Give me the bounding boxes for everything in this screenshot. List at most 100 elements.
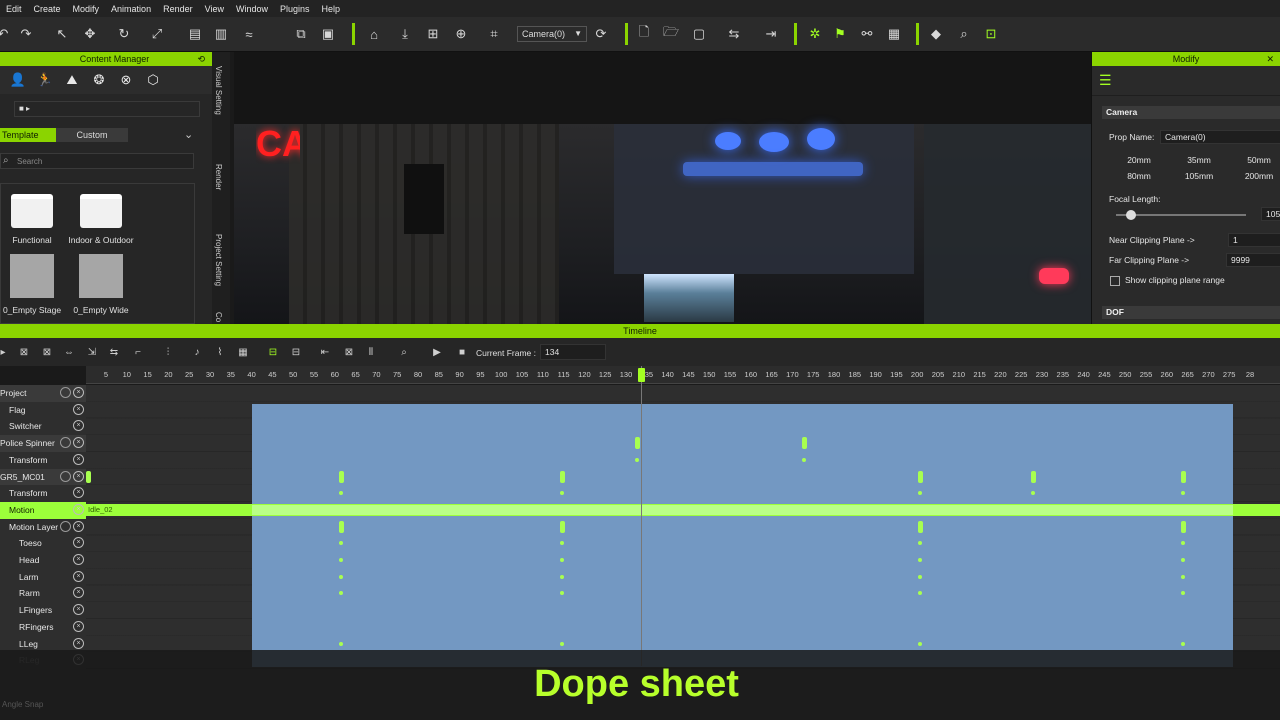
- mute-icon[interactable]: ×: [73, 520, 84, 532]
- stop-icon[interactable]: ■: [455, 346, 469, 358]
- mute-icon[interactable]: ×: [73, 420, 84, 432]
- zoom-icon[interactable]: ⌕: [397, 346, 411, 358]
- clipboard-icon[interactable]: ▦: [885, 25, 903, 43]
- motion-clip-bar[interactable]: [86, 504, 1280, 516]
- section-camera[interactable]: Camera: [1102, 106, 1280, 119]
- track-row[interactable]: Transform ×: [0, 485, 86, 502]
- lens-200mm-button[interactable]: 200mm: [1229, 171, 1280, 181]
- show-clip-checkbox[interactable]: [1110, 276, 1120, 286]
- menu-edit[interactable]: Edit: [0, 4, 28, 14]
- mute-icon[interactable]: ×: [73, 637, 84, 649]
- camera-select[interactable]: Camera(0) ▼: [517, 26, 587, 42]
- sound-icon[interactable]: ♪: [190, 346, 204, 358]
- transition-icon[interactable]: ⦀: [364, 346, 378, 358]
- keyframe-dot[interactable]: [802, 457, 806, 462]
- mute-icon[interactable]: ×: [73, 537, 84, 549]
- mute-icon[interactable]: ×: [73, 587, 84, 599]
- lens-35mm-button[interactable]: 35mm: [1169, 155, 1229, 165]
- focal-length-slider[interactable]: [1116, 210, 1246, 220]
- 3d-viewport[interactable]: CADE: [234, 52, 1091, 324]
- frame-icon[interactable]: ▣: [319, 25, 337, 43]
- content-item-indoor-outdoor[interactable]: Indoor & Outdoor: [56, 194, 146, 245]
- solo-icon[interactable]: [60, 437, 71, 449]
- solo-icon[interactable]: [60, 470, 71, 482]
- tab-render[interactable]: Render: [214, 164, 223, 190]
- track-row[interactable]: Switcher ×: [0, 418, 86, 435]
- keyframe-dot[interactable]: [635, 457, 639, 462]
- keyframe-dot[interactable]: [560, 558, 564, 562]
- current-frame-field[interactable]: 134: [540, 344, 606, 360]
- menu-help[interactable]: Help: [316, 4, 347, 14]
- align-icon[interactable]: ▤: [186, 25, 204, 43]
- mute-icon[interactable]: ×: [73, 387, 84, 398]
- track-icon[interactable]: ⊠: [17, 346, 31, 358]
- keyframe-dot[interactable]: [1181, 558, 1185, 562]
- keyframe-marker[interactable]: [917, 470, 923, 483]
- track-row[interactable]: Motion ×: [0, 501, 86, 519]
- float-icon[interactable]: ⟲: [197, 52, 205, 66]
- tab-visual-setting[interactable]: Visual Setting: [214, 66, 223, 115]
- mute-icon[interactable]: ×: [73, 470, 84, 482]
- tab-co[interactable]: Co: [214, 312, 223, 322]
- solo-icon[interactable]: [60, 520, 71, 532]
- expand-icon[interactable]: ⇔: [62, 346, 76, 358]
- mute-icon[interactable]: ×: [73, 487, 84, 499]
- collapse-icon[interactable]: ▸: [0, 346, 10, 358]
- timeline-ruler[interactable]: 5 10 15 20 25 30 35 40 45 50 55 60 65 70 75 80 85 90 95 100…: [86, 366, 1280, 384]
- playhead-handle[interactable]: [638, 368, 645, 382]
- mute-icon[interactable]: ×: [73, 570, 84, 582]
- move-icon[interactable]: ✥: [81, 25, 99, 43]
- menu-create[interactable]: Create: [28, 4, 67, 14]
- path-icon[interactable]: ≈: [240, 25, 258, 43]
- track-row[interactable]: RFingers ×: [0, 619, 86, 636]
- mute-icon[interactable]: ×: [73, 403, 84, 415]
- lens-50mm-button[interactable]: 50mm: [1229, 155, 1280, 165]
- close-icon[interactable]: ✕: [1266, 52, 1274, 66]
- prop-icon[interactable]: ⬡: [143, 72, 163, 88]
- track-row[interactable]: Project ×: [0, 385, 86, 402]
- mute-icon[interactable]: ×: [73, 503, 84, 515]
- near-clip-field[interactable]: 1: [1228, 233, 1280, 247]
- keyframe-dot[interactable]: [1181, 574, 1185, 579]
- camera-view-icon[interactable]: ⌗: [485, 25, 503, 43]
- lens-105mm-button[interactable]: 105mm: [1169, 171, 1229, 181]
- keyframe-marker[interactable]: [559, 470, 565, 483]
- drop-icon[interactable]: ⤓: [396, 25, 414, 43]
- select-icon[interactable]: ↖: [53, 25, 71, 43]
- prop-name-field[interactable]: Camera(0): [1160, 130, 1280, 144]
- track-row[interactable]: Rarm ×: [0, 585, 86, 602]
- track-row[interactable]: Transform ×: [0, 452, 86, 469]
- motion-icon[interactable]: 🏃: [35, 72, 55, 88]
- menu-plugins[interactable]: Plugins: [274, 4, 316, 14]
- keyframe-dot[interactable]: [560, 641, 564, 646]
- undo-icon[interactable]: ↶: [0, 25, 12, 43]
- track-row[interactable]: LFingers ×: [0, 602, 86, 619]
- mute-icon[interactable]: ×: [73, 554, 84, 565]
- sliders-icon[interactable]: ☰: [1099, 72, 1112, 89]
- import-icon[interactable]: ⇆: [725, 25, 743, 43]
- range-icon[interactable]: ⊟: [289, 346, 303, 358]
- diamond-icon[interactable]: ◆: [927, 25, 945, 43]
- scene-icon[interactable]: ⛰: [62, 72, 82, 88]
- keyframe-dot[interactable]: [1181, 641, 1185, 646]
- keyframe-dot[interactable]: [339, 574, 343, 579]
- character-icon[interactable]: ✲: [806, 25, 824, 43]
- track-row[interactable]: GR5_MC01 ×: [0, 468, 86, 486]
- keyframe-marker[interactable]: [1180, 520, 1186, 533]
- keyframe-dot[interactable]: [918, 558, 922, 562]
- keyframe-marker[interactable]: [559, 520, 565, 533]
- search-zoom-icon[interactable]: ⌕: [955, 25, 973, 43]
- new-file-icon[interactable]: 🗋: [635, 24, 653, 43]
- split-icon[interactable]: ⫶: [161, 346, 175, 358]
- selected-key-range[interactable]: [252, 404, 1233, 667]
- tab-template[interactable]: Template: [0, 128, 56, 142]
- lens-80mm-button[interactable]: 80mm: [1109, 171, 1169, 181]
- scale-icon[interactable]: ⤢: [148, 25, 166, 43]
- play-icon[interactable]: ▶: [430, 346, 444, 358]
- menu-render[interactable]: Render: [157, 4, 199, 14]
- move-key-icon[interactable]: ⇲: [85, 346, 99, 358]
- orbit-icon[interactable]: ⊕: [452, 25, 470, 43]
- lens-20mm-button[interactable]: 20mm: [1109, 155, 1169, 165]
- avatar-icon[interactable]: 👤: [8, 72, 28, 88]
- mute-icon[interactable]: ×: [73, 604, 84, 616]
